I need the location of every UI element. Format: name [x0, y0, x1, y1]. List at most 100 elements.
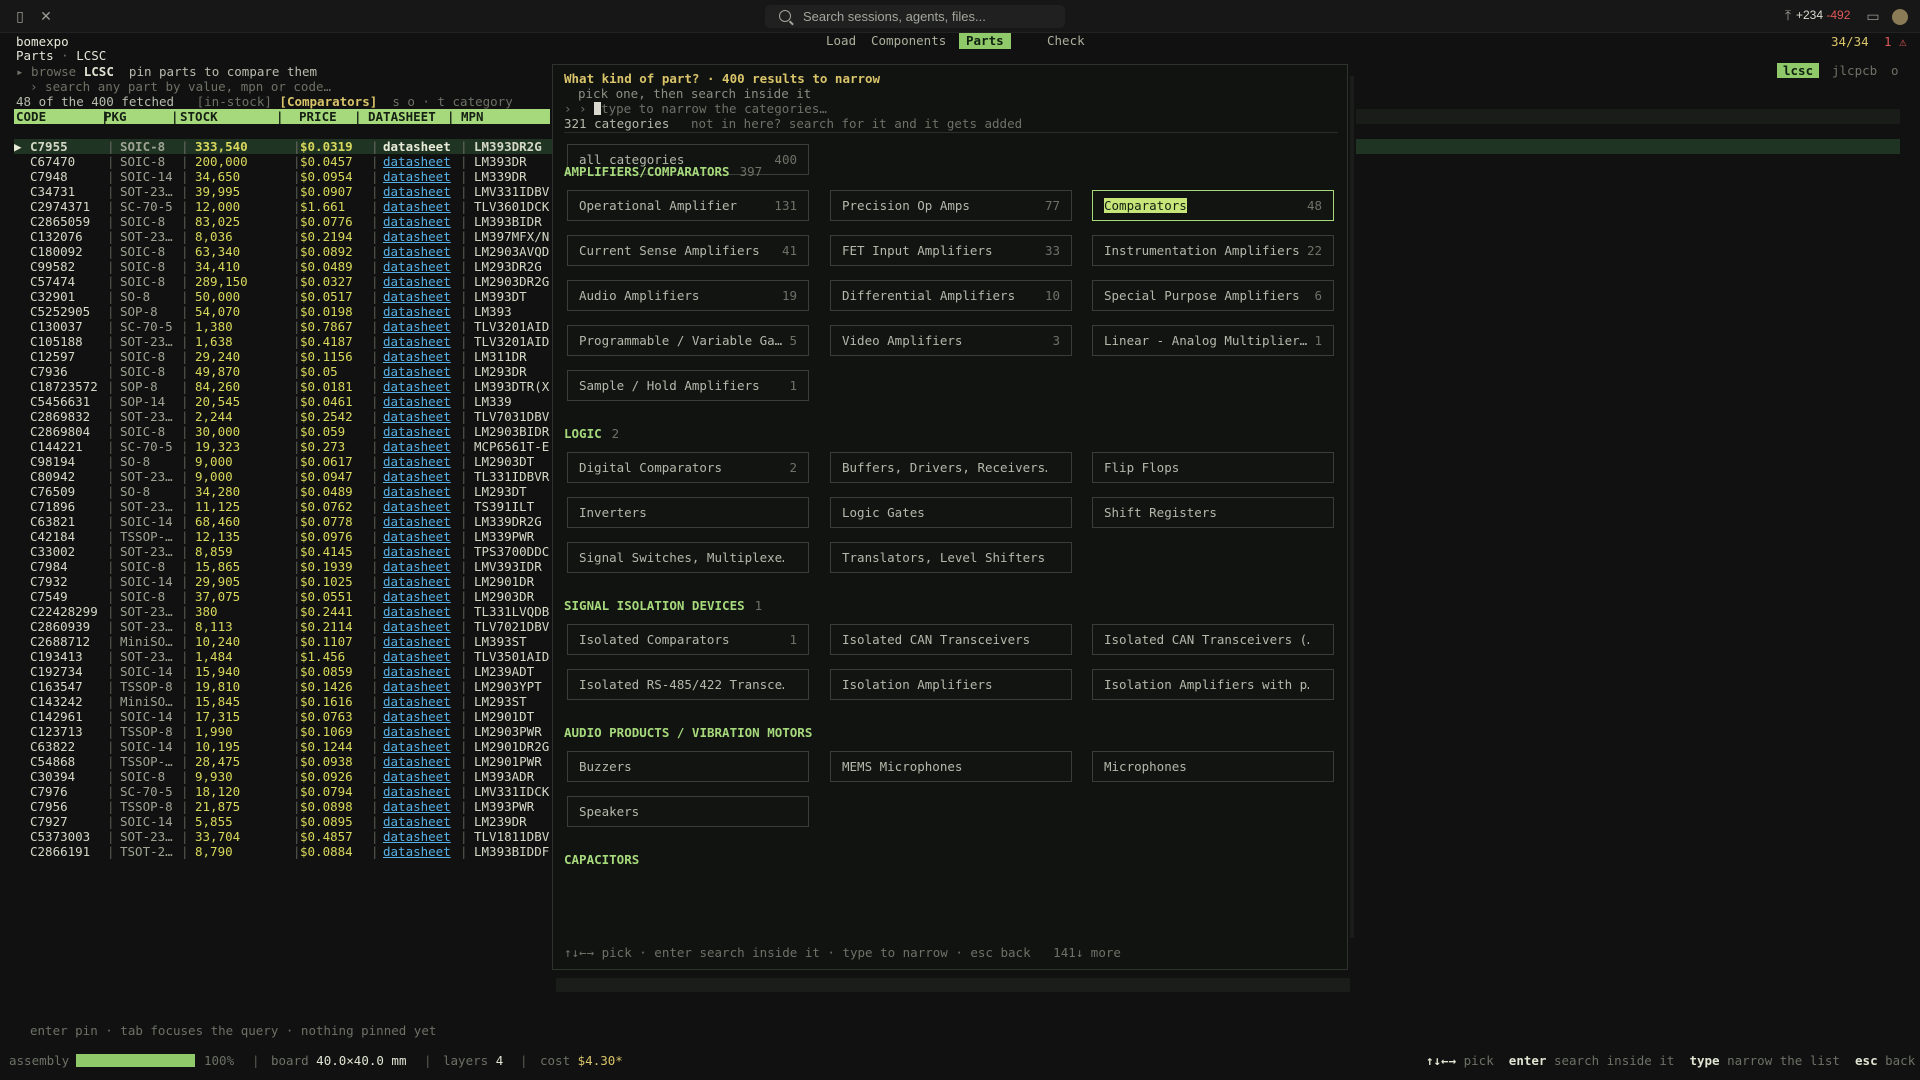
table-row[interactable]: C33002 SOT-23… 8,859 $0.4145 datasheet TPS370…	[14, 544, 554, 559]
category-card[interactable]: Precision Op Amps 77	[830, 190, 1072, 221]
cell-ds[interactable]: datasheet	[383, 529, 451, 544]
part-search-input[interactable]: › search any part by value, mpn or code…	[30, 79, 331, 94]
category-card[interactable]: Isolation Amplifiers with p…	[1092, 669, 1334, 700]
cell-ds[interactable]: datasheet	[383, 619, 451, 634]
source-tab-jlcpcb[interactable]: jlcpcb	[1832, 63, 1877, 78]
table-row[interactable]: C98194 SO-8 9,000 $0.0617 datasheet LM2903DT |…	[14, 454, 554, 469]
table-row[interactable]: C22428299 SOT-23… 380 $0.2441 datasheet TL331…	[14, 604, 554, 619]
category-card[interactable]: Video Amplifiers 3	[830, 325, 1072, 356]
table-row[interactable]: C57474 SOIC-8 289,150 $0.0327 datasheet LM290…	[14, 274, 554, 289]
table-row[interactable]: C7936 SOIC-8 49,870 $0.05 datasheet LM293DR | |…	[14, 364, 554, 379]
category-card[interactable]: Audio Amplifiers 19	[567, 280, 809, 311]
filter-category[interactable]: [Comparators]	[279, 94, 377, 109]
cell-ds[interactable]: datasheet	[383, 754, 451, 769]
cell-ds[interactable]: datasheet	[383, 439, 451, 454]
table-row[interactable]: C2860939 SOT-23… 8,113 $0.2114 datasheet TLV7…	[14, 619, 554, 634]
table-row[interactable]: C2974371 SC-70-5 12,000 $1.661 datasheet TLV3…	[14, 199, 554, 214]
cell-ds[interactable]: datasheet	[383, 454, 451, 469]
error-count[interactable]: 1 ⚠	[1884, 34, 1907, 49]
cell-ds[interactable]: datasheet	[383, 694, 451, 709]
category-card[interactable]: Microphones	[1092, 751, 1334, 782]
category-filter-input[interactable]: › › type to narrow the categories…	[564, 101, 827, 116]
category-card[interactable]: Operational Amplifier 131	[567, 190, 809, 221]
category-card[interactable]: Programmable / Variable Ga… 5	[567, 325, 809, 356]
category-card[interactable]: Digital Comparators 2	[567, 452, 809, 483]
cell-ds[interactable]: datasheet	[383, 379, 451, 394]
category-card[interactable]: Isolated RS-485/422 Transce…	[567, 669, 809, 700]
cell-ds[interactable]: datasheet	[383, 394, 451, 409]
category-card[interactable]: Buffers, Drivers, Receivers…	[830, 452, 1072, 483]
modal-scrollbar[interactable]	[1350, 76, 1354, 938]
category-card[interactable]: Current Sense Amplifiers 41	[567, 235, 809, 266]
global-search-input[interactable]: Search sessions, agents, files...	[765, 5, 1065, 28]
table-row[interactable]: C7948 SOIC-14 34,650 $0.0954 datasheet LM339D…	[14, 169, 554, 184]
tab-parts[interactable]: Parts	[959, 33, 1011, 49]
cell-ds[interactable]: datasheet	[383, 349, 451, 364]
table-row[interactable]: C71896 SOT-23… 11,125 $0.0762 datasheet TS391…	[14, 499, 554, 514]
breadcrumb-parts[interactable]: Parts	[16, 48, 54, 63]
column-header-datasheet[interactable]: DATASHEET	[368, 109, 436, 124]
table-row[interactable]: C2869804 SOIC-8 30,000 $0.059 datasheet LM290…	[14, 424, 554, 439]
table-row[interactable]: ▶ C7955 SOIC-8 333,540 $0.0319 datasheet LM393…	[14, 139, 554, 154]
source-tab-lcsc[interactable]: lcsc	[1777, 63, 1820, 78]
cell-ds[interactable]: datasheet	[383, 214, 451, 229]
cell-ds[interactable]: datasheet	[383, 769, 451, 784]
cell-ds[interactable]: datasheet	[383, 829, 451, 844]
category-card[interactable]: Isolated CAN Transceivers	[830, 624, 1072, 655]
cell-ds[interactable]: datasheet	[383, 229, 451, 244]
table-row[interactable]: C5373003 SOT-23… 33,704 $0.4857 datasheet TLV…	[14, 829, 554, 844]
cell-ds[interactable]: datasheet	[383, 484, 451, 499]
cell-ds[interactable]: datasheet	[383, 844, 451, 859]
table-row[interactable]: C2866191 TSOT-2… 8,790 $0.0884 datasheet LM39…	[14, 844, 554, 859]
cell-ds[interactable]: datasheet	[383, 784, 451, 799]
column-header-code[interactable]: CODE	[16, 109, 46, 124]
table-row[interactable]: C180092 SOIC-8 63,340 $0.0892 datasheet LM290…	[14, 244, 554, 259]
table-row[interactable]: C5252905 SOP-8 54,070 $0.0198 datasheet LM393…	[14, 304, 554, 319]
column-header-price[interactable]: PRICE	[299, 109, 337, 124]
category-card[interactable]: Instrumentation Amplifiers 22	[1092, 235, 1334, 266]
category-card[interactable]: Isolated Comparators 1	[567, 624, 809, 655]
cell-ds[interactable]: datasheet	[383, 289, 451, 304]
table-row[interactable]: C132076 SOT-23… 8,036 $0.2194 datasheet LM397…	[14, 229, 554, 244]
cell-ds[interactable]: datasheet	[383, 364, 451, 379]
table-row[interactable]: C7956 TSSOP-8 21,875 $0.0898 datasheet LM393P…	[14, 799, 554, 814]
cell-ds[interactable]: datasheet	[383, 664, 451, 679]
cell-ds[interactable]: datasheet	[383, 499, 451, 514]
table-row[interactable]: C63821 SOIC-14 68,460 $0.0778 datasheet LM339…	[14, 514, 554, 529]
avatar[interactable]	[1892, 9, 1908, 25]
category-card[interactable]: Translators, Level Shifters	[830, 542, 1072, 573]
column-header-mpn[interactable]: MPN	[461, 109, 484, 124]
table-row[interactable]: C130037 SC-70-5 1,380 $0.7867 datasheet TLV32…	[14, 319, 554, 334]
cell-ds[interactable]: datasheet	[383, 604, 451, 619]
category-card[interactable]: Comparators 48	[1092, 190, 1334, 221]
table-row[interactable]: C99582 SOIC-8 34,410 $0.0489 datasheet LM293D…	[14, 259, 554, 274]
tab-check[interactable]: Check	[1040, 33, 1092, 49]
table-row[interactable]: C163547 TSSOP-8 19,810 $0.1426 datasheet LM29…	[14, 679, 554, 694]
table-row[interactable]: C193413 SOT-23… 1,484 $1.456 datasheet TLV350…	[14, 649, 554, 664]
table-row[interactable]: C7927 SOIC-14 5,855 $0.0895 datasheet LM239DR…	[14, 814, 554, 829]
cell-ds[interactable]: datasheet	[383, 259, 451, 274]
table-row[interactable]: C67470 SOIC-8 200,000 $0.0457 datasheet LM393…	[14, 154, 554, 169]
table-row[interactable]: C2688712 MiniSO… 10,240 $0.1107 datasheet LM3…	[14, 634, 554, 649]
table-row[interactable]: C105188 SOT-23… 1,638 $0.4187 datasheet TLV32…	[14, 334, 554, 349]
category-card[interactable]: Isolated CAN Transceivers (…	[1092, 624, 1334, 655]
tools-icon[interactable]: ✕	[38, 9, 54, 25]
cell-ds[interactable]: datasheet	[383, 424, 451, 439]
cell-ds[interactable]: datasheet	[383, 139, 451, 154]
table-row[interactable]: C123713 TSSOP-8 1,990 $0.1069 datasheet LM290…	[14, 724, 554, 739]
table-row[interactable]: C7976 SC-70-5 18,120 $0.0794 datasheet LMV331…	[14, 784, 554, 799]
table-row[interactable]: C18723572 SOP-8 84,260 $0.0181 datasheet LM39…	[14, 379, 554, 394]
category-card[interactable]: Flip Flops	[1092, 452, 1334, 483]
cell-ds[interactable]: datasheet	[383, 169, 451, 184]
browse-source[interactable]: LCSC	[84, 64, 114, 79]
table-row[interactable]: C7549 SOIC-8 37,075 $0.0551 datasheet LM2903D…	[14, 589, 554, 604]
category-card[interactable]: Speakers	[567, 796, 809, 827]
category-card[interactable]: Special Purpose Amplifiers 6	[1092, 280, 1334, 311]
category-card[interactable]: FET Input Amplifiers 33	[830, 235, 1072, 266]
cell-ds[interactable]: datasheet	[383, 334, 451, 349]
cell-ds[interactable]: datasheet	[383, 679, 451, 694]
cell-ds[interactable]: datasheet	[383, 814, 451, 829]
cell-ds[interactable]: datasheet	[383, 469, 451, 484]
table-row[interactable]: C12597 SOIC-8 29,240 $0.1156 datasheet LM311D…	[14, 349, 554, 364]
table-row[interactable]: C5456631 SOP-14 20,545 $0.0461 datasheet LM33…	[14, 394, 554, 409]
